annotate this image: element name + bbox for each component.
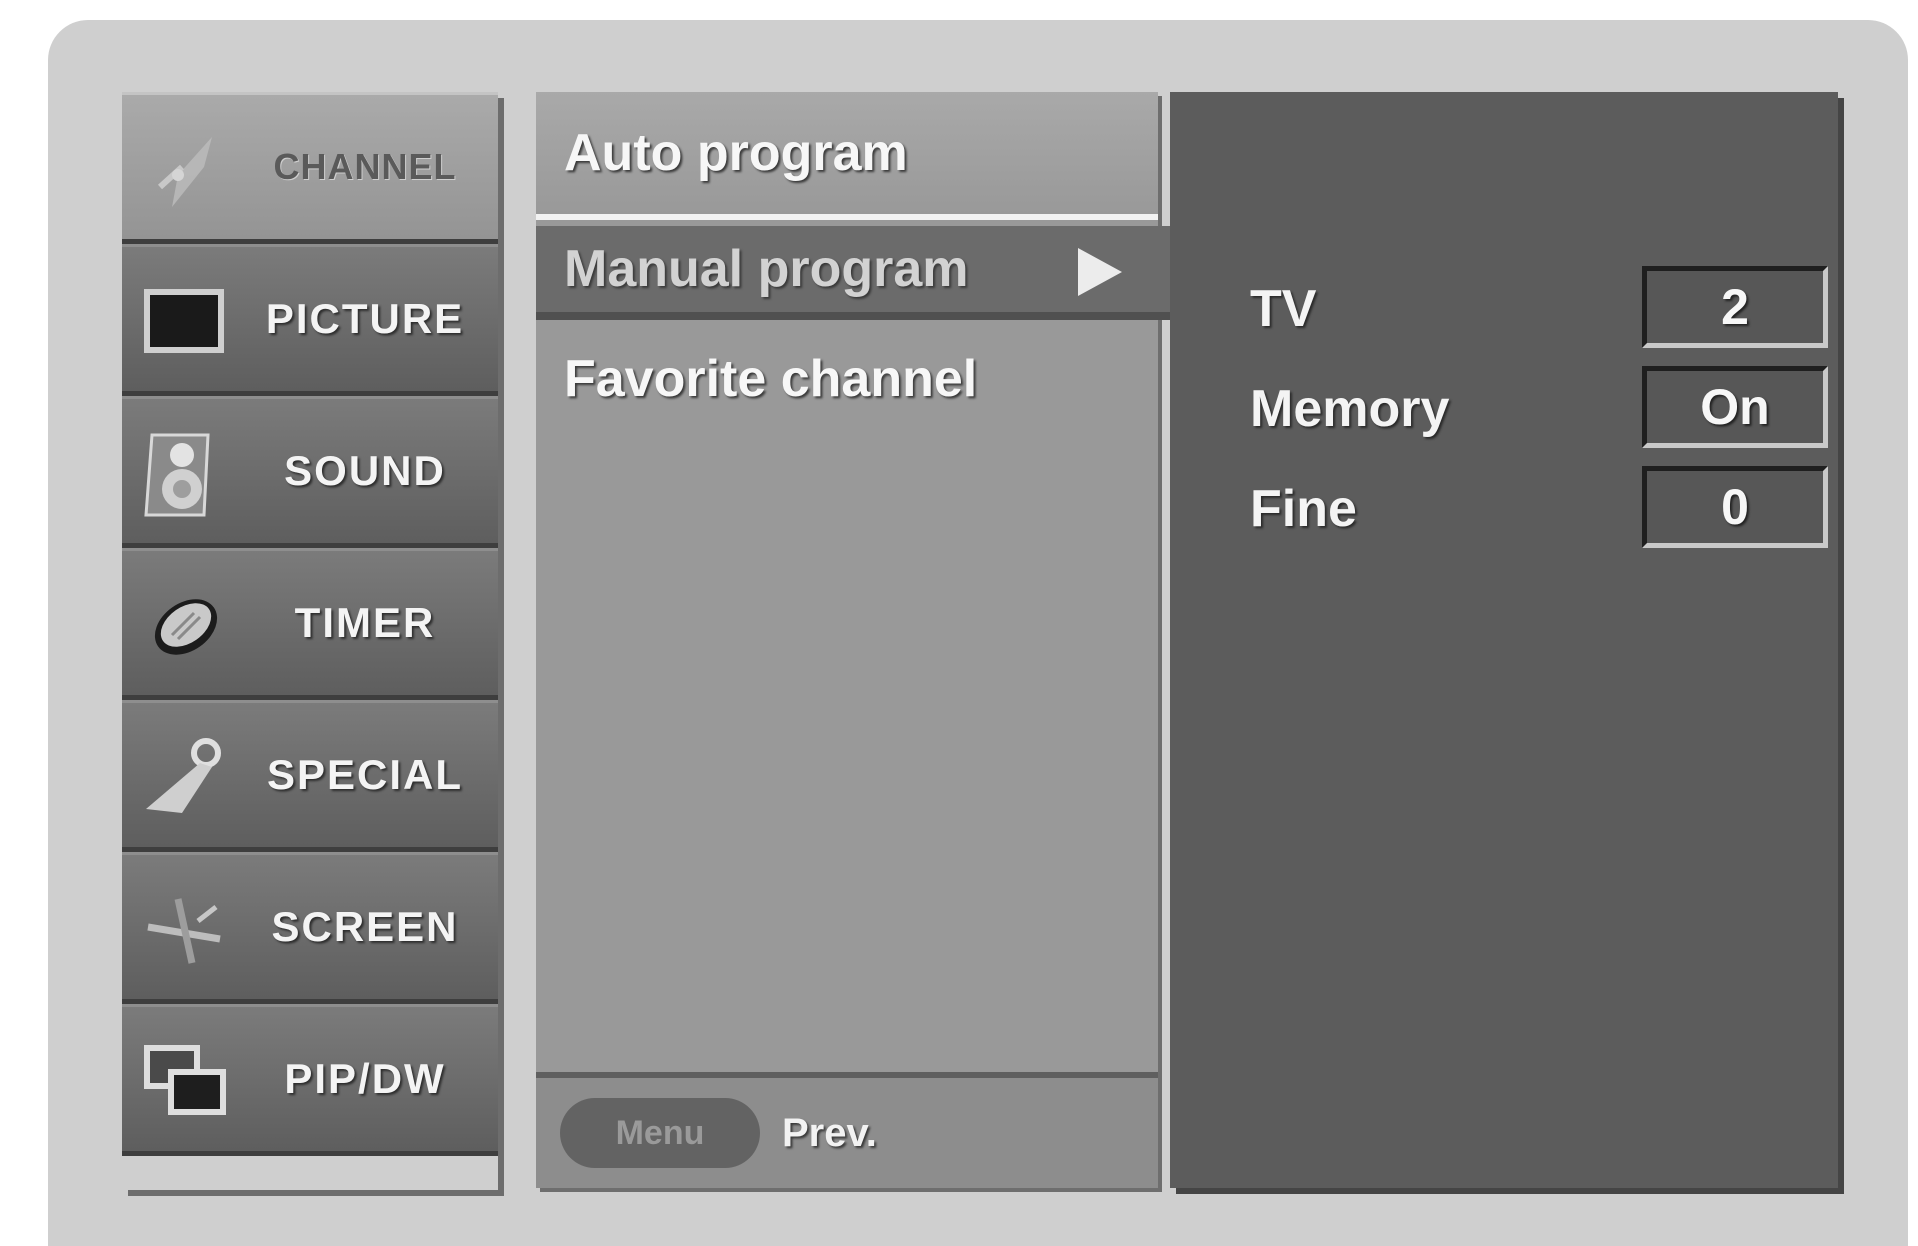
menu-item-label: Manual program [564,240,969,298]
manual-program-settings-panel: TV 2 Memory On Fine 0 [1170,92,1838,1188]
sidebar-item-special[interactable]: SPECIAL [122,700,498,852]
tools-icon [147,898,221,964]
setting-label: Memory [1250,380,1450,438]
monitor-icon [144,289,224,353]
category-sidebar: CHANNEL PICTURE SOUND TIMER SPECIAL SCRE… [122,92,498,1190]
setting-value-memory[interactable]: On [1642,366,1828,448]
sidebar-item-channel[interactable]: CHANNEL [122,92,498,244]
sidebar-item-sound[interactable]: SOUND [122,396,498,548]
sidebar-item-label: PIP/DW [284,1055,446,1102]
sidebar-item-label: PICTURE [265,295,465,342]
setting-value-tv[interactable]: 2 [1642,266,1828,348]
sidebar-item-timer[interactable]: TIMER [122,548,498,700]
play-arrow-icon [1078,248,1122,296]
antenna-icon [157,137,212,207]
clock-icon [154,599,218,655]
menu-item-auto-program[interactable]: Auto program [536,92,1158,220]
prev-hint: Prev. [782,1110,877,1155]
pip-icon [144,1045,226,1115]
menu-button[interactable]: Menu [560,1098,760,1168]
setting-row-memory[interactable]: Memory On [1250,364,1828,454]
speaker-icon [144,433,210,517]
sidebar-item-label: SPECIAL [266,751,464,798]
menu-item-label: Favorite channel [564,350,978,408]
menu-item-manual-program[interactable]: Manual program [536,226,1170,320]
menu-item-favorite-channel[interactable]: Favorite channel [536,328,1158,430]
channel-menu-panel: Auto program Manual program Favorite cha… [536,92,1170,1188]
setting-row-tv[interactable]: TV 2 [1250,264,1828,354]
sidebar-item-label: CHANNEL [273,146,457,187]
sidebar-item-label: SCREEN [271,903,459,950]
menu-footer: Menu Prev. [536,1072,1158,1188]
sidebar-item-pip-dw[interactable]: PIP/DW [122,1004,498,1156]
setting-label: Fine [1250,480,1357,538]
sidebar-item-picture[interactable]: PICTURE [122,244,498,396]
setting-value-fine[interactable]: 0 [1642,466,1828,548]
menu-item-label: Auto program [564,124,908,182]
sidebar-item-screen[interactable]: SCREEN [122,852,498,1004]
sidebar-item-label: SOUND [284,447,446,494]
setting-label: TV [1250,280,1317,338]
menu-button-label: Menu [615,1113,705,1152]
key-icon [146,738,221,813]
setting-row-fine[interactable]: Fine 0 [1250,464,1828,554]
sidebar-item-label: TIMER [294,599,436,646]
